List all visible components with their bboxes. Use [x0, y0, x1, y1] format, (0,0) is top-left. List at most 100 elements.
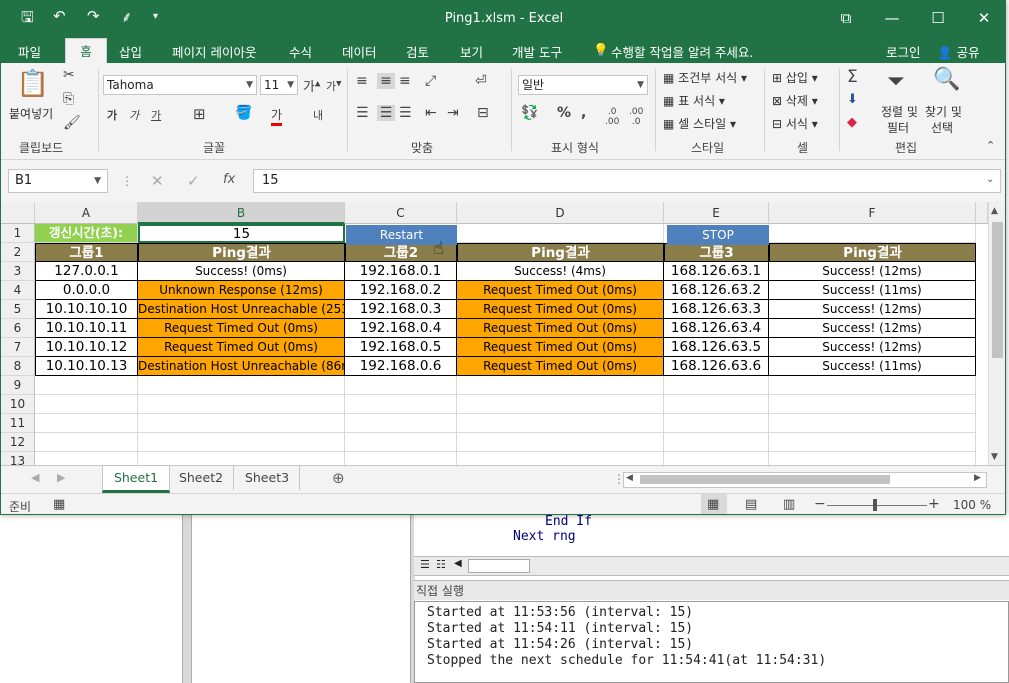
tab-home[interactable]: 홈 — [65, 38, 107, 64]
table-cell[interactable]: 168.126.63.4 — [664, 319, 769, 338]
worksheet-grid[interactable]: A B C D E F 1 2 3 4 5 6 7 8 9 10 11 12 13 갱신시간(초): 15… — [1, 202, 1005, 465]
sort-filter-icon[interactable]: ⏷ — [887, 69, 905, 94]
normal-view-icon[interactable]: ▦ — [707, 497, 719, 512]
empty-cell[interactable] — [138, 452, 345, 465]
table-cell[interactable]: 168.126.63.2 — [664, 281, 769, 300]
header-cell[interactable]: 그룹3 — [664, 243, 769, 262]
table-cell[interactable]: Request Timed Out (0ms) — [457, 357, 664, 376]
table-cell[interactable]: 10.10.10.13 — [35, 357, 138, 376]
decrease-decimal-icon[interactable]: .00.0 — [629, 107, 643, 127]
table-cell[interactable]: 168.126.63.3 — [664, 300, 769, 319]
bold-icon[interactable]: 가 — [107, 107, 117, 123]
share-button[interactable]: 👤 공유 — [937, 42, 980, 61]
empty-cell[interactable] — [345, 452, 457, 465]
clear-icon[interactable]: ◆ — [847, 115, 857, 130]
header-cell[interactable]: 그룹1 — [35, 243, 138, 262]
tab-page-layout[interactable]: 페이지 레이아웃 — [172, 42, 256, 61]
merge-center-icon[interactable]: ⊟ — [477, 105, 489, 121]
column-header-f[interactable]: F — [769, 202, 976, 224]
increase-indent-icon[interactable]: ⇥ — [447, 105, 459, 121]
row-header[interactable]: 3 — [1, 262, 35, 281]
orientation-icon[interactable]: ⤢ — [425, 73, 436, 89]
scroll-down-icon[interactable]: ▼ — [991, 452, 998, 462]
table-cell[interactable]: Request Timed Out (0ms) — [457, 338, 664, 357]
cell-d1[interactable] — [457, 224, 664, 243]
tab-data[interactable]: 데이터 — [342, 42, 377, 61]
table-cell[interactable]: 192.168.0.3 — [345, 300, 457, 319]
accounting-format-icon[interactable]: 💱 — [521, 105, 538, 121]
paste-icon[interactable]: 📋 — [13, 69, 53, 99]
empty-cell[interactable] — [457, 376, 664, 395]
table-cell[interactable]: Destination Host Unreachable (86ms) — [138, 357, 345, 376]
empty-cell[interactable] — [138, 414, 345, 433]
italic-icon[interactable]: 가 — [129, 107, 139, 123]
sign-in-link[interactable]: 로그인 — [886, 42, 921, 61]
table-cell[interactable]: 168.126.63.1 — [664, 262, 769, 281]
table-cell[interactable]: 168.126.63.5 — [664, 338, 769, 357]
empty-cell[interactable] — [664, 395, 769, 414]
table-cell[interactable]: Success! (12ms) — [769, 262, 976, 281]
close-icon[interactable]: ✕ — [969, 7, 999, 29]
empty-cell[interactable] — [769, 433, 976, 452]
align-top-icon[interactable]: ≡ — [356, 73, 368, 89]
empty-cell[interactable] — [138, 433, 345, 452]
empty-cell[interactable] — [35, 433, 138, 452]
zoom-in-icon[interactable]: + — [928, 496, 940, 512]
table-cell[interactable]: Unknown Response (12ms) — [138, 281, 345, 300]
insert-cells-button[interactable]: ⊞ 삽입 ▾ — [772, 69, 818, 86]
macro-record-icon[interactable]: ▦ — [53, 497, 65, 512]
increase-decimal-icon[interactable]: .0.00 — [605, 107, 619, 127]
fill-icon[interactable]: ⬇ — [847, 92, 858, 107]
name-box[interactable]: B1 ▼ — [8, 169, 108, 193]
align-middle-icon[interactable]: ≡ — [377, 73, 395, 89]
zoom-out-icon[interactable]: − — [814, 496, 826, 512]
vba-code-window[interactable]: End If Next rng — [414, 514, 1009, 557]
empty-cell[interactable] — [345, 395, 457, 414]
underline-icon[interactable]: 가 — [151, 107, 161, 123]
header-cell[interactable]: Ping결과 — [138, 243, 345, 262]
decrease-indent-icon[interactable]: ⇤ — [425, 105, 437, 121]
empty-cell[interactable] — [345, 433, 457, 452]
row-header[interactable]: 5 — [1, 300, 35, 319]
column-header-g[interactable] — [976, 202, 988, 224]
sheet-tab-sheet1[interactable]: Sheet1 — [102, 466, 170, 493]
minimize-icon[interactable]: — — [877, 7, 907, 29]
font-color-icon[interactable]: 가 — [271, 106, 283, 126]
sheet-tab-sheet3[interactable]: Sheet3 — [235, 466, 300, 490]
new-sheet-icon[interactable]: ⊕ — [332, 469, 345, 487]
wrap-text-icon[interactable]: ⏎ — [475, 73, 487, 89]
table-cell[interactable]: 0.0.0.0 — [35, 281, 138, 300]
prev-sheet-icon[interactable]: ◀ — [31, 471, 39, 484]
font-size-combo[interactable]: 11 ▼ — [260, 75, 298, 95]
table-cell[interactable]: 10.10.10.12 — [35, 338, 138, 357]
scroll-left-icon[interactable]: ◀ — [626, 473, 633, 483]
table-cell[interactable]: Request Timed Out (0ms) — [138, 319, 345, 338]
zoom-slider-thumb[interactable] — [873, 499, 877, 511]
empty-cell[interactable] — [345, 414, 457, 433]
fill-color-icon[interactable]: 🪣 — [235, 105, 252, 121]
table-cell[interactable]: Request Timed Out (0ms) — [457, 319, 664, 338]
row-header[interactable]: 8 — [1, 357, 35, 376]
tab-insert[interactable]: 삽입 — [119, 42, 142, 61]
paste-button[interactable]: 붙여넣기 — [9, 105, 53, 122]
page-break-view-icon[interactable]: ▥ — [783, 497, 795, 512]
cell-f1[interactable] — [769, 224, 976, 243]
table-cell[interactable]: 127.0.0.1 — [35, 262, 138, 281]
tab-file[interactable]: 파일 — [18, 42, 41, 61]
row-header[interactable]: 12 — [1, 433, 35, 452]
table-cell[interactable]: Destination Host Unreachable (253ms — [138, 300, 345, 319]
row-header[interactable]: 7 — [1, 338, 35, 357]
table-cell[interactable]: 192.168.0.4 — [345, 319, 457, 338]
table-cell[interactable]: 192.168.0.5 — [345, 338, 457, 357]
table-cell[interactable]: 10.10.10.11 — [35, 319, 138, 338]
copy-icon[interactable]: ⎘ — [63, 91, 74, 107]
table-cell[interactable]: Success! (11ms) — [769, 357, 976, 376]
empty-cell[interactable] — [35, 395, 138, 414]
scroll-left-icon[interactable]: ◀ — [454, 558, 462, 569]
insert-function-icon[interactable]: fx — [223, 172, 235, 187]
table-cell[interactable]: Success! (4ms) — [457, 262, 664, 281]
table-cell[interactable]: Request Timed Out (0ms) — [138, 338, 345, 357]
row-header[interactable]: 6 — [1, 319, 35, 338]
table-cell[interactable]: Request Timed Out (0ms) — [457, 300, 664, 319]
align-bottom-icon[interactable]: ≡ — [399, 73, 411, 89]
